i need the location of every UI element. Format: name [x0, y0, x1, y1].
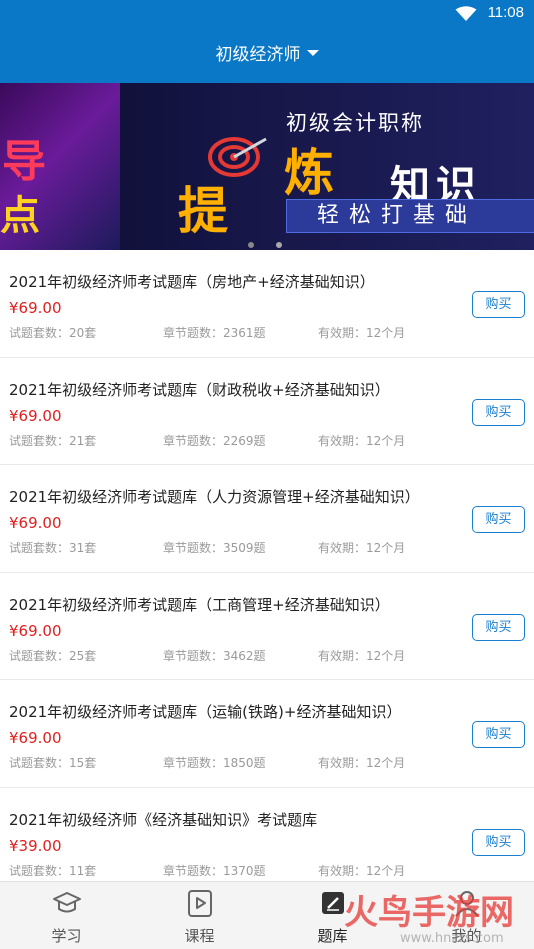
item-chapters: 章节题数：2269题: [163, 433, 266, 448]
item-price: ¥69.00: [9, 729, 62, 747]
item-title: 2021年初级经济师考试题库（财政税收+经济基础知识）: [9, 380, 390, 399]
item-chapters: 章节题数：3509题: [163, 541, 266, 555]
list-item[interactable]: 2021年初级经济师《经济基础知识》考试题库 ¥39.00 试题套数：11套 章…: [0, 788, 534, 896]
item-price: ¥39.00: [9, 836, 62, 855]
status-bar: 11:08: [0, 0, 534, 28]
watermark-text: 火鸟手游网: [344, 893, 514, 933]
item-price: ¥69.00: [9, 299, 62, 317]
item-chapters: 章节题数：1850题: [163, 756, 266, 770]
tab-courses[interactable]: 课程: [133, 882, 266, 949]
tab-label: 课程: [184, 927, 215, 945]
item-sets: 试题套数：21套: [9, 433, 97, 448]
watermark-logo-graphic: 火鸟手游网 www.hnzzs.com: [344, 893, 514, 946]
tab-label: 学习: [51, 927, 82, 945]
banner-left-text-2: 点: [0, 193, 40, 239]
buy-button[interactable]: 购买: [472, 613, 525, 641]
watermark-logo: 火鸟手游网 www.hnzzs.com: [340, 880, 534, 948]
banner-dot-active[interactable]: [276, 242, 282, 248]
buy-button[interactable]: 购买: [472, 828, 525, 856]
item-price: ¥69.00: [9, 514, 62, 532]
buy-button[interactable]: 购买: [472, 506, 525, 533]
banner-dot[interactable]: [248, 242, 254, 248]
buy-button[interactable]: 购买: [472, 398, 525, 426]
banner-left-panel: 导 点: [0, 83, 120, 250]
banner-hero-char-1: 提: [178, 181, 228, 240]
item-sets: 试题套数：11套: [9, 863, 97, 878]
item-validity: 有效期：12个月: [318, 326, 406, 340]
caret-down-icon: [306, 50, 319, 56]
item-sets: 试题套数：25套: [9, 648, 97, 663]
item-chapters: 章节题数：3462题: [163, 648, 266, 663]
play-video-icon: [187, 890, 212, 917]
list-item[interactable]: 2021年初级经济师考试题库（工商管理+经济基础知识） ¥69.00 试题套数：…: [0, 573, 534, 680]
watermark-url: www.hnzzs.com: [400, 931, 504, 946]
tab-study[interactable]: 学习: [0, 882, 133, 949]
item-title: 2021年初级经济师考试题库（工商管理+经济基础知识）: [9, 595, 390, 614]
item-sets: 试题套数：20套: [9, 326, 97, 340]
banner-pagination: [248, 233, 304, 250]
item-validity: 有效期：12个月: [318, 433, 406, 448]
app-bar: 11:08 初级经济师: [0, 0, 534, 83]
buy-button[interactable]: 购买: [472, 721, 525, 748]
list-item[interactable]: 2021年初级经济师考试题库（运输(铁路)+经济基础知识） ¥69.00 试题套…: [0, 680, 534, 788]
item-validity: 有效期：12个月: [318, 863, 406, 878]
item-chapters: 章节题数：1370题: [163, 863, 266, 878]
banner-left-text-1: 导: [2, 136, 46, 187]
graduation-cap-icon: [52, 892, 81, 913]
question-bank-list: 2021年初级经济师考试题库（房地产+经济基础知识） ¥69.00 试题套数：2…: [0, 250, 534, 895]
list-item[interactable]: 2021年初级经济师考试题库（房地产+经济基础知识） ¥69.00 试题套数：2…: [0, 250, 534, 358]
item-chapters: 章节题数：2361题: [163, 326, 266, 340]
buy-button[interactable]: 购买: [472, 291, 525, 318]
item-price: ¥69.00: [9, 621, 62, 640]
item-sets: 试题套数：15套: [9, 756, 97, 770]
wifi-icon: [455, 6, 477, 21]
item-validity: 有效期：12个月: [318, 541, 406, 555]
item-price: ¥69.00: [9, 406, 62, 425]
list-item[interactable]: 2021年初级经济师考试题库（财政税收+经济基础知识） ¥69.00 试题套数：…: [0, 358, 534, 465]
page-title: 初级经济师: [215, 45, 301, 65]
list-item[interactable]: 2021年初级经济师考试题库（人力资源管理+经济基础知识） ¥69.00 试题套…: [0, 465, 534, 573]
item-validity: 有效期：12个月: [318, 648, 406, 663]
promo-banner[interactable]: 导 点 初级会计职称 提 炼 知识 轻松打基础: [0, 83, 534, 250]
status-time: 11:08: [487, 4, 524, 21]
item-title: 2021年初级经济师考试题库（人力资源管理+经济基础知识）: [9, 488, 420, 506]
item-validity: 有效期：12个月: [318, 756, 406, 770]
item-title: 2021年初级经济师考试题库（运输(铁路)+经济基础知识）: [9, 703, 402, 721]
banner-hero-char-2: 炼: [284, 143, 334, 202]
banner-subtitle: 轻松打基础: [286, 199, 534, 233]
item-title: 2021年初级经济师《经济基础知识》考试题库: [9, 810, 318, 829]
item-sets: 试题套数：31套: [9, 541, 97, 555]
exam-category-selector[interactable]: 初级经济师: [0, 40, 534, 65]
item-title: 2021年初级经济师考试题库（房地产+经济基础知识）: [9, 273, 375, 291]
